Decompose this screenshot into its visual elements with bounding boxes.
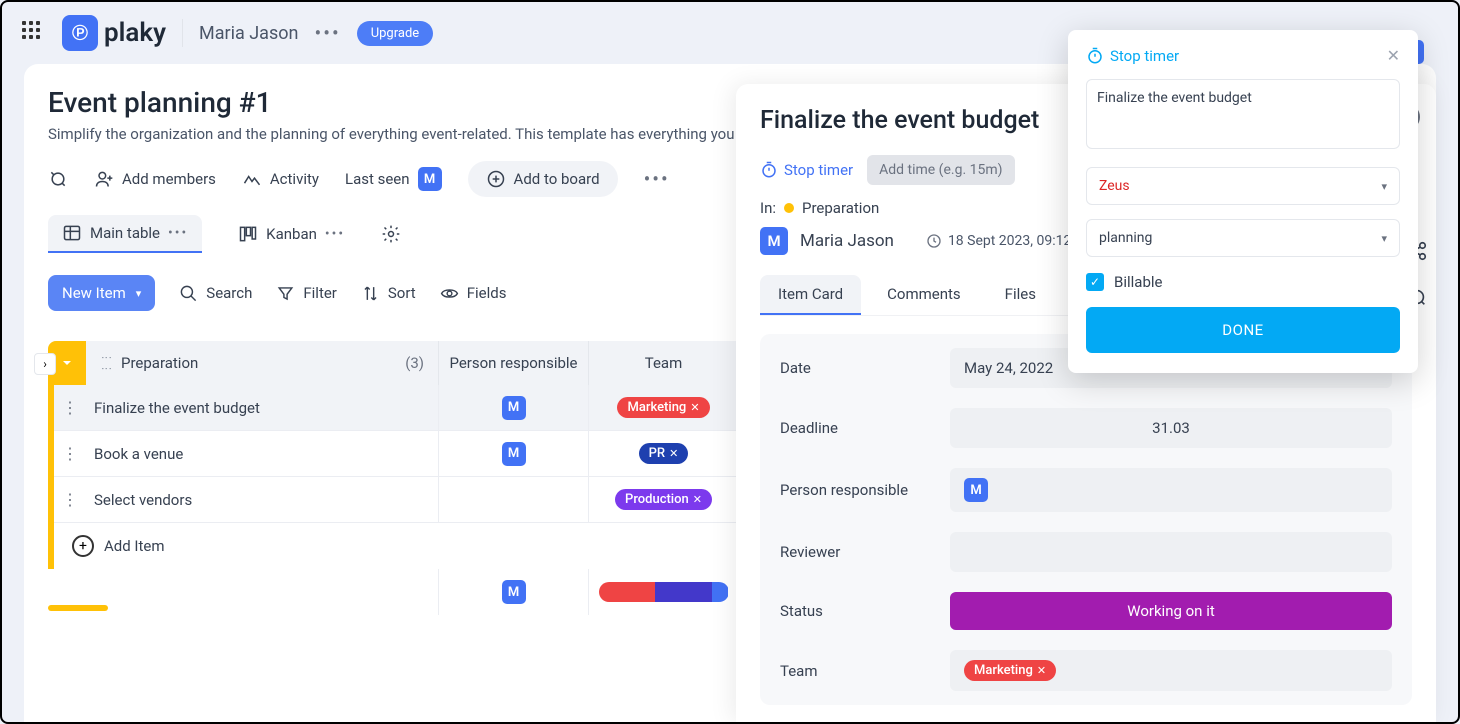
- created-timestamp: 18 Sept 2023, 09:12: [926, 233, 1071, 249]
- sort-button[interactable]: Sort: [361, 284, 416, 303]
- billable-checkbox[interactable]: ✓Billable: [1086, 273, 1400, 291]
- summary-team: [588, 569, 738, 615]
- team-chip: Marketing✕: [617, 397, 709, 418]
- logo-mark-icon: ℗: [62, 15, 98, 51]
- brand-logo[interactable]: ℗ plaky: [62, 15, 166, 51]
- activity-button[interactable]: Activity: [242, 169, 319, 189]
- drag-handle-icon[interactable]: ⋮⋮: [100, 352, 113, 374]
- row-menu-icon[interactable]: ⋮: [54, 398, 86, 417]
- status-value[interactable]: Working on it: [950, 592, 1392, 630]
- view-settings-button[interactable]: [381, 224, 401, 244]
- plus-icon: +: [72, 535, 94, 557]
- expand-sidebar-icon[interactable]: ›: [34, 353, 56, 375]
- timer-description-input[interactable]: Finalize the event budget: [1086, 79, 1400, 149]
- field-deadline: Deadline31.03: [760, 398, 1412, 458]
- person-avatar: M: [502, 442, 526, 466]
- cell-team[interactable]: PR✕: [588, 431, 738, 477]
- automation-button[interactable]: [48, 169, 68, 189]
- scroll-indicator: [48, 605, 108, 611]
- more-icon[interactable]: •••: [314, 21, 340, 45]
- row-name[interactable]: Finalize the event budget: [86, 399, 438, 417]
- column-header-team[interactable]: Team: [588, 341, 738, 385]
- group-color-dot: [784, 203, 794, 213]
- tab-item-card[interactable]: Item Card: [760, 275, 861, 315]
- add-to-board-button[interactable]: Add to board: [468, 161, 618, 197]
- view-kanban[interactable]: Kanban•••: [224, 216, 359, 252]
- tab-files[interactable]: Files: [987, 275, 1054, 315]
- search-button[interactable]: Search: [179, 284, 252, 303]
- row-color-bar: [48, 523, 54, 569]
- person-avatar: M: [502, 396, 526, 420]
- new-item-button[interactable]: New Item▾: [48, 275, 155, 311]
- tab-comments[interactable]: Comments: [869, 275, 979, 315]
- board-more-icon[interactable]: •••: [644, 167, 670, 191]
- team-chip: Marketing✕: [964, 660, 1056, 681]
- cell-team[interactable]: Production✕: [588, 477, 738, 523]
- cell-person[interactable]: M: [438, 431, 588, 477]
- checkbox-checked-icon: ✓: [1086, 273, 1104, 291]
- team-chip: Production✕: [615, 489, 712, 510]
- remove-chip-icon[interactable]: ✕: [669, 447, 678, 460]
- fields-button[interactable]: Fields: [440, 284, 507, 303]
- remove-chip-icon[interactable]: ✕: [1037, 664, 1046, 677]
- creator-avatar: M: [760, 227, 788, 255]
- stop-timer-button[interactable]: Stop timer: [760, 161, 853, 179]
- cell-person[interactable]: [438, 477, 588, 523]
- apps-grid-icon[interactable]: [22, 21, 46, 45]
- remove-chip-icon[interactable]: ✕: [690, 401, 699, 414]
- filter-button[interactable]: Filter: [276, 284, 337, 303]
- timer-popover: Stop timer ✕ Finalize the event budget Z…: [1068, 30, 1418, 373]
- view-main-table[interactable]: Main table•••: [48, 215, 202, 253]
- row-menu-icon[interactable]: ⋮: [54, 444, 86, 463]
- view-more-icon[interactable]: •••: [168, 225, 188, 241]
- field-reviewer: Reviewer: [760, 522, 1412, 582]
- field-team: TeamMarketing✕: [760, 640, 1412, 701]
- field-person: Person responsibleM: [760, 458, 1412, 522]
- row-menu-icon[interactable]: ⋮: [54, 490, 86, 509]
- field-status: StatusWorking on it: [760, 582, 1412, 640]
- add-members-button[interactable]: Add members: [94, 169, 216, 189]
- add-time-input[interactable]: Add time (e.g. 15m): [867, 155, 1014, 185]
- remove-chip-icon[interactable]: ✕: [693, 493, 702, 506]
- team-chip: PR✕: [639, 443, 689, 464]
- summary-person: M: [438, 569, 588, 615]
- upgrade-button[interactable]: Upgrade: [357, 21, 433, 46]
- column-header-person[interactable]: Person responsible: [438, 341, 588, 385]
- divider: [182, 19, 183, 47]
- project-select[interactable]: Zeus▾: [1086, 167, 1400, 205]
- cell-person[interactable]: M: [438, 385, 588, 431]
- workspace-user[interactable]: Maria Jason: [199, 23, 298, 44]
- item-fields: DateMay 24, 2022 Deadline31.03 Person re…: [760, 334, 1412, 705]
- tag-select[interactable]: planning▾: [1086, 219, 1400, 257]
- last-seen-avatar: M: [418, 167, 442, 191]
- view-more-icon[interactable]: •••: [325, 226, 345, 242]
- popover-title: Stop timer: [1086, 47, 1179, 65]
- close-popover-button[interactable]: ✕: [1387, 46, 1400, 65]
- group-name-cell[interactable]: ⋮⋮ Preparation (3): [86, 352, 438, 374]
- last-seen[interactable]: Last seenM: [345, 167, 442, 191]
- done-button[interactable]: DONE: [1086, 307, 1400, 353]
- row-name[interactable]: Select vendors: [86, 491, 438, 509]
- row-name[interactable]: Book a venue: [86, 445, 438, 463]
- brand-name: plaky: [104, 18, 166, 48]
- cell-team[interactable]: Marketing✕: [588, 385, 738, 431]
- person-avatar: M: [964, 478, 988, 502]
- team-distribution-bar: [599, 582, 729, 602]
